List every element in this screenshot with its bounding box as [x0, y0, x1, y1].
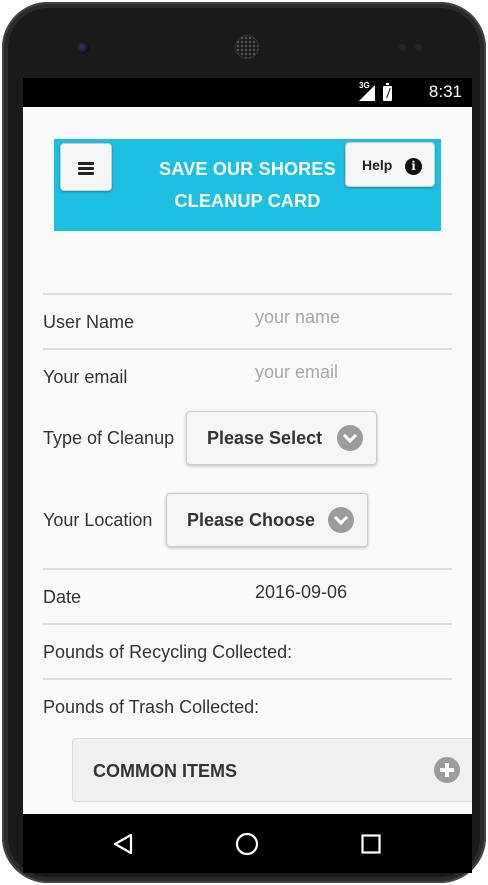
chevron-down-icon [337, 425, 363, 451]
location-value: Please Choose [187, 510, 316, 530]
user-name-label: User Name [43, 312, 135, 332]
app-title-line1: SAVE OUR SHORES [159, 159, 336, 179]
cleanup-type-select[interactable]: Please Select [186, 411, 377, 465]
phone-frame: 3G 8:31 SAVE OUR SHORES CLEANUP CARD Hel… [2, 2, 486, 883]
date-input[interactable]: 2016-09-06 [255, 582, 347, 603]
email-input[interactable]: your email [255, 362, 338, 383]
light-sensor [415, 44, 422, 51]
signal-icon: 3G [359, 81, 377, 101]
info-icon: i [405, 158, 422, 175]
email-label: Your email [43, 367, 128, 387]
cleanup-type-label: Type of Cleanup [43, 428, 175, 448]
divider [43, 293, 452, 295]
navigation-bar [23, 814, 472, 873]
proximity-sensor [399, 44, 406, 51]
location-select[interactable]: Please Choose [166, 493, 368, 547]
earpiece-speaker [235, 35, 259, 59]
menu-button[interactable] [60, 143, 112, 191]
network-type: 3G [359, 81, 370, 90]
common-items-collapsible[interactable]: COMMON ITEMS [72, 738, 472, 802]
front-camera [77, 42, 89, 54]
recent-apps-icon[interactable] [361, 834, 381, 854]
divider [43, 568, 452, 570]
back-icon[interactable] [112, 833, 134, 855]
hamburger-icon [78, 162, 94, 175]
divider [43, 348, 452, 350]
trash-label: Pounds of Trash Collected: [43, 697, 260, 717]
status-icons: 3G [359, 81, 392, 102]
status-bar: 3G 8:31 [23, 78, 472, 107]
cleanup-type-value: Please Select [207, 428, 323, 448]
app-screen: 3G 8:31 SAVE OUR SHORES CLEANUP CARD Hel… [23, 78, 472, 873]
home-icon[interactable] [235, 832, 259, 856]
location-label: Your Location [43, 510, 153, 530]
app-title-line2: CLEANUP CARD [174, 191, 321, 211]
user-name-input[interactable]: your name [255, 307, 340, 328]
help-label: Help [362, 157, 393, 173]
recycling-label: Pounds of Recycling Collected: [43, 642, 293, 662]
date-label: Date [43, 587, 82, 607]
plus-circle-icon[interactable] [434, 757, 460, 783]
battery-icon [383, 82, 392, 101]
status-time: 8:31 [428, 82, 462, 101]
divider [43, 678, 452, 680]
common-items-title: COMMON ITEMS [93, 761, 237, 781]
app-header: SAVE OUR SHORES CLEANUP CARD Help i [54, 139, 441, 231]
divider [43, 623, 452, 625]
help-button[interactable]: Help i [345, 142, 435, 187]
chevron-down-icon [328, 507, 354, 533]
